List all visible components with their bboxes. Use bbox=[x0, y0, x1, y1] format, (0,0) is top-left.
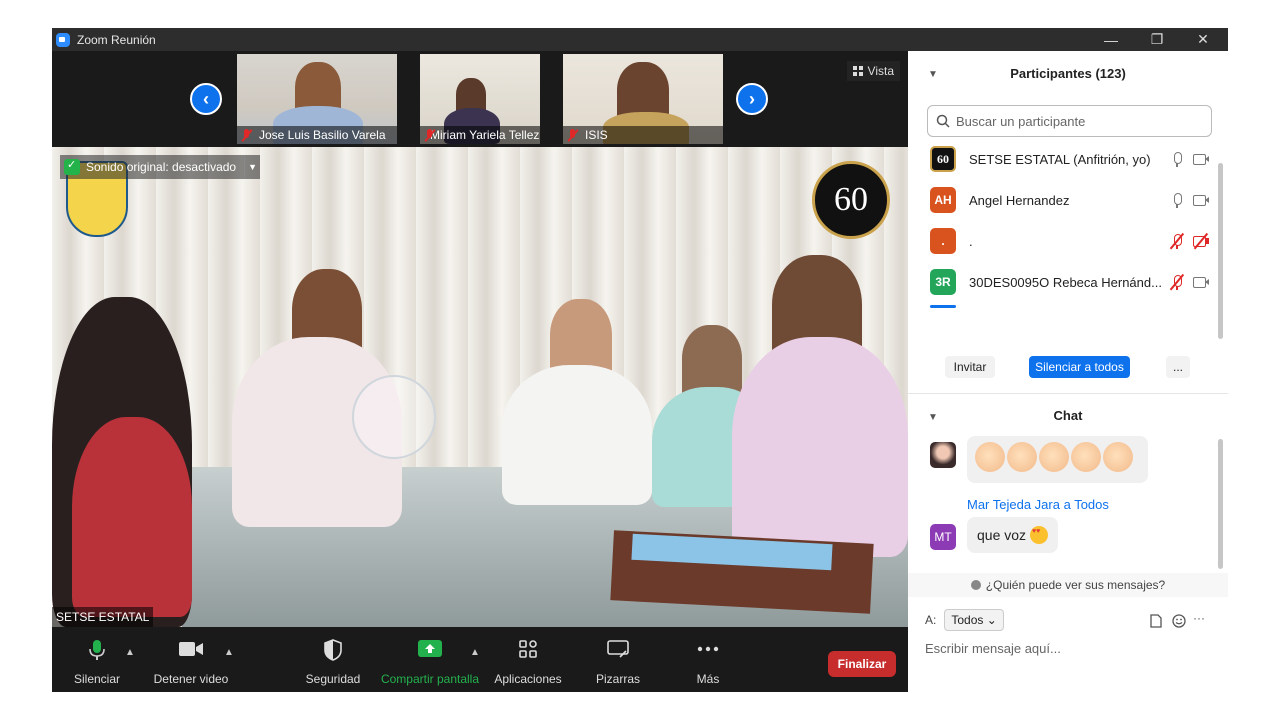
thumbnail-name-label: ISIS bbox=[563, 126, 723, 144]
participant-row[interactable]: AH Angel Hernandez bbox=[930, 186, 1210, 214]
video-thumbnail[interactable]: ISIS bbox=[563, 54, 723, 144]
speaker-name-label: SETSE ESTATAL bbox=[52, 607, 154, 627]
video-camera-icon bbox=[179, 642, 203, 656]
grid-view-icon bbox=[852, 66, 863, 76]
participant-search-input[interactable]: Buscar un participante bbox=[927, 105, 1212, 137]
recipient-dropdown[interactable]: Todos ⌄ bbox=[944, 609, 1004, 631]
participant-name: Angel Hernandez bbox=[969, 192, 1070, 208]
meeting-toolbar: Silenciar ▲ Detener video ▲ Seguridad Co… bbox=[52, 627, 908, 692]
anniversary-logo: 60 bbox=[812, 161, 890, 239]
side-panel: ▼ Participantes (123) Buscar un particip… bbox=[908, 51, 1228, 692]
avatar: 3R bbox=[930, 269, 956, 295]
encryption-shield-icon bbox=[64, 158, 80, 175]
clapping-hands-icon bbox=[975, 442, 1005, 472]
avatar: 60 bbox=[930, 146, 956, 172]
original-sound-indicator[interactable]: Sonido original: desactivado ▼ bbox=[60, 155, 261, 179]
prev-page-button[interactable]: ‹ bbox=[190, 83, 222, 115]
chat-message: que voz bbox=[967, 517, 1059, 553]
participants-more-button[interactable]: ... bbox=[1166, 356, 1190, 378]
avatar: AH bbox=[930, 187, 956, 213]
zoom-window: Zoom Reunión — ❐ ✕ ‹ Jose Luis Basilio V… bbox=[52, 28, 1228, 692]
whiteboards-button[interactable]: Pizarras bbox=[592, 627, 644, 692]
participants-scrollbar[interactable] bbox=[1218, 163, 1223, 339]
share-screen-icon bbox=[418, 640, 442, 657]
participant-name: SETSE ESTATAL (Anfitrión, yo) bbox=[969, 151, 1151, 167]
mic-muted-icon bbox=[241, 129, 253, 141]
thumbnail-name-label: Miriam Yariela Tellez ... bbox=[420, 126, 540, 144]
chevron-down-icon[interactable]: ▼ bbox=[244, 155, 260, 179]
restore-button[interactable]: ❐ bbox=[1134, 28, 1180, 51]
share-screen-button[interactable]: Compartir pantalla bbox=[378, 627, 482, 692]
chat-scrollbar[interactable] bbox=[1218, 439, 1223, 569]
zoom-logo-icon bbox=[56, 32, 70, 47]
clapping-hands-icon bbox=[1039, 442, 1069, 472]
video-thumbnail[interactable]: Miriam Yariela Tellez ... bbox=[420, 54, 540, 144]
microphone-muted-icon[interactable] bbox=[1168, 232, 1186, 250]
main-video[interactable]: 60 Sonido original: desactivado ▼ SETSE … bbox=[52, 147, 908, 627]
whiteboard-icon bbox=[607, 640, 629, 658]
microphone-icon bbox=[89, 640, 105, 660]
participant-name: . bbox=[969, 233, 973, 249]
view-button[interactable]: Vista bbox=[846, 61, 900, 81]
chat-header: Chat bbox=[1053, 408, 1083, 423]
clapping-hands-icon bbox=[1103, 442, 1133, 472]
chat-input[interactable]: Escribir mensaje aquí... bbox=[925, 641, 1061, 656]
stop-video-button[interactable]: Detener video bbox=[152, 627, 230, 692]
participant-name: 30DES0095O Rebeca Hernánd... bbox=[969, 274, 1162, 290]
clapping-hands-icon bbox=[1007, 442, 1037, 472]
more-dots-icon bbox=[697, 646, 719, 652]
person-icon bbox=[970, 580, 981, 590]
participant-row[interactable]: 3R 30DES0095O Rebeca Hernánd... bbox=[930, 268, 1210, 296]
chat-sender: Mar Tejeda Jara a Todos bbox=[967, 497, 1109, 512]
thumbnail-strip: ‹ Jose Luis Basilio Varela Miriam Yariel… bbox=[52, 51, 908, 147]
microphone-muted-icon[interactable] bbox=[1168, 273, 1186, 291]
chat-more-icon[interactable]: ··· bbox=[1193, 611, 1205, 625]
invite-button[interactable]: Invitar bbox=[945, 356, 995, 378]
heart-eyes-emoji-icon bbox=[1030, 526, 1049, 544]
window-title: Zoom Reunión bbox=[77, 32, 156, 47]
next-page-button[interactable]: › bbox=[736, 83, 768, 115]
video-camera-icon[interactable] bbox=[1192, 191, 1210, 209]
chat-reaction-message bbox=[967, 436, 1148, 483]
video-options-caret-icon[interactable]: ▲ bbox=[224, 647, 234, 658]
file-icon[interactable] bbox=[1150, 614, 1162, 628]
audio-options-caret-icon[interactable]: ▲ bbox=[125, 647, 135, 658]
recipient-row: A: Todos ⌄ bbox=[925, 609, 1004, 631]
video-camera-icon[interactable] bbox=[1192, 273, 1210, 291]
clapping-hands-icon bbox=[1071, 442, 1101, 472]
minimize-button[interactable]: — bbox=[1088, 28, 1134, 51]
security-button[interactable]: Seguridad bbox=[304, 627, 362, 692]
video-thumbnail[interactable]: Jose Luis Basilio Varela bbox=[237, 54, 397, 144]
security-shield-icon bbox=[324, 639, 342, 661]
microphone-icon[interactable] bbox=[1168, 150, 1186, 168]
avatar: . bbox=[930, 228, 956, 254]
video-off-icon[interactable] bbox=[1192, 232, 1210, 250]
participant-row[interactable]: 60 SETSE ESTATAL (Anfitrión, yo) bbox=[930, 145, 1210, 173]
more-button[interactable]: Más bbox=[688, 627, 728, 692]
video-camera-icon[interactable] bbox=[1192, 150, 1210, 168]
thumbnail-name-label: Jose Luis Basilio Varela bbox=[237, 126, 397, 144]
emoji-icon[interactable] bbox=[1172, 614, 1186, 628]
mute-button[interactable]: Silenciar bbox=[72, 627, 122, 692]
avatar bbox=[930, 442, 956, 468]
message-visibility-link[interactable]: ¿Quién puede ver sus mensajes? bbox=[908, 573, 1228, 597]
mute-all-button[interactable]: Silenciar a todos bbox=[1029, 356, 1130, 378]
apps-icon bbox=[519, 640, 537, 658]
apps-button[interactable]: Aplicaciones bbox=[492, 627, 564, 692]
search-icon bbox=[936, 114, 950, 128]
participants-header: Participantes (123) bbox=[1010, 66, 1126, 81]
avatar: MT bbox=[930, 524, 956, 550]
participant-row[interactable]: . . bbox=[930, 227, 1210, 255]
mic-muted-icon bbox=[567, 129, 579, 141]
share-options-caret-icon[interactable]: ▲ bbox=[470, 647, 480, 658]
close-button[interactable]: ✕ bbox=[1180, 28, 1226, 51]
end-meeting-button[interactable]: Finalizar bbox=[828, 651, 896, 677]
microphone-icon[interactable] bbox=[1168, 191, 1186, 209]
title-bar: Zoom Reunión — ❐ ✕ bbox=[52, 28, 1228, 51]
